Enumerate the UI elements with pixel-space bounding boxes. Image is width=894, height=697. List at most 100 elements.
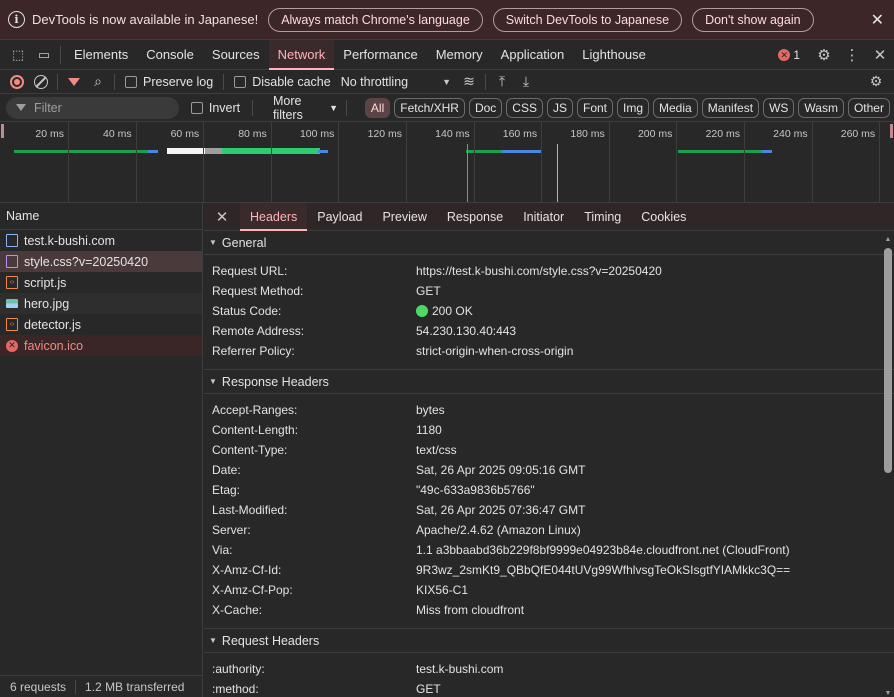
error-counter[interactable]: ✕ 1 — [778, 48, 800, 62]
type-filter-img[interactable]: Img — [617, 97, 650, 118]
type-filter-other[interactable]: Other — [847, 97, 890, 118]
request-row[interactable]: hero.jpg — [0, 293, 202, 314]
header-row: Request URL: https://test.k-bushi.com/sty… — [204, 261, 894, 281]
tab-network[interactable]: Network — [268, 39, 335, 70]
timeline-gridline — [811, 122, 813, 202]
divider — [346, 99, 347, 116]
network-conditions-icon[interactable]: ≋ — [457, 72, 481, 92]
preserve-log-checkbox[interactable]: Preserve log — [125, 75, 213, 89]
device-toolbar-icon[interactable]: ▭ — [36, 47, 52, 63]
header-name: Date: — [212, 463, 241, 477]
type-filter-all[interactable]: All — [364, 97, 391, 118]
header-value-text: Miss from cloudfront — [416, 603, 525, 617]
dont-show-again-button[interactable]: Don't show again — [692, 7, 814, 32]
detail-tab-initiator[interactable]: Initiator — [513, 203, 574, 231]
request-row[interactable]: ‹› detector.js — [0, 314, 202, 335]
request-row[interactable]: ✕ favicon.ico — [0, 335, 202, 356]
timeline-tick-label: 40 ms — [103, 128, 132, 140]
tab-application[interactable]: Application — [492, 40, 574, 70]
timeline-bar — [14, 150, 150, 153]
tab-console[interactable]: Console — [137, 40, 203, 70]
filter-icon — [16, 104, 26, 111]
clear-icon — [34, 74, 48, 89]
type-filter-font[interactable]: Font — [576, 97, 613, 118]
type-filter-manifest[interactable]: Manifest — [701, 97, 760, 118]
switch-japanese-button[interactable]: Switch DevTools to Japanese — [492, 7, 683, 32]
language-infobar: i DevTools is now available in Japanese!… — [0, 0, 894, 40]
type-filter-wasm[interactable]: Wasm — [798, 97, 844, 118]
network-settings-gear-icon[interactable]: ⚙ — [864, 72, 888, 92]
search-icon[interactable]: ⌕ — [86, 72, 110, 92]
filter-toggle-button[interactable] — [62, 72, 86, 92]
header-value: 200 OK — [416, 304, 473, 318]
throttling-select[interactable]: No throttling ▼ — [341, 75, 451, 89]
header-name: Via: — [212, 543, 233, 557]
headers-view[interactable]: ▼ General Request URL: https://test.k-bushi… — [204, 231, 894, 697]
close-icon[interactable]: ✕ — [204, 208, 240, 226]
filter-input[interactable]: Filter — [6, 96, 179, 119]
close-devtools-icon[interactable]: ✕ — [866, 46, 894, 64]
request-row[interactable]: style.css?v=20250420 — [0, 251, 202, 272]
request-headers-section-header[interactable]: ▼ Request Headers — [204, 629, 894, 653]
request-row[interactable]: test.k-bushi.com — [0, 230, 202, 251]
detail-tab-cookies[interactable]: Cookies — [631, 203, 696, 231]
inspect-element-icon[interactable]: ⬚ — [10, 47, 26, 63]
tab-performance[interactable]: Performance — [334, 40, 426, 70]
divider — [75, 679, 77, 694]
type-filter-fetchxhr[interactable]: Fetch/XHR — [394, 97, 465, 118]
detail-tab-preview[interactable]: Preview — [372, 203, 436, 231]
general-section-header[interactable]: ▼ General — [204, 231, 894, 255]
header-value: strict-origin-when-cross-origin — [416, 344, 573, 358]
header-value-text: "49c-633a9836b5766" — [416, 483, 535, 497]
type-filter-doc[interactable]: Doc — [468, 97, 503, 118]
type-filter-js[interactable]: JS — [546, 97, 573, 118]
detail-tab-headers[interactable]: Headers — [240, 202, 308, 231]
more-filters-dropdown[interactable]: More filters ▼ — [273, 94, 338, 122]
export-har-icon[interactable]: ⤓ — [514, 72, 538, 92]
header-rows: :authority: test.k-bushi.com:method: GET — [204, 653, 894, 697]
detail-tab-timing[interactable]: Timing — [574, 203, 631, 231]
type-filter-media[interactable]: Media — [653, 97, 698, 118]
import-har-icon[interactable]: ⤒ — [490, 72, 514, 92]
record-button[interactable] — [5, 72, 29, 92]
scrollbar-thumb[interactable] — [884, 248, 892, 473]
vertical-scrollbar[interactable]: ▲ ▼ — [884, 236, 892, 697]
script-icon: ‹› — [6, 318, 18, 331]
header-row: Content-Length: 1180 — [204, 420, 894, 440]
overview-left-handle[interactable] — [1, 124, 4, 138]
header-name: X-Amz-Cf-Pop: — [212, 583, 293, 597]
disable-cache-label: Disable cache — [252, 74, 331, 89]
invert-checkbox[interactable]: Invert — [190, 101, 240, 115]
filter-bar: Filter Invert More filters ▼ All Fetch/XH… — [0, 94, 894, 122]
network-toolbar: ⌕ Preserve log Disable cache No throttli… — [0, 70, 894, 94]
tab-lighthouse[interactable]: Lighthouse — [573, 40, 655, 70]
detail-tabs: Headers Payload Preview Response Initiator Ti… — [240, 202, 696, 231]
clear-button[interactable] — [29, 72, 53, 92]
tab-sources[interactable]: Sources — [203, 40, 269, 70]
header-value-text: Sat, 26 Apr 2025 07:36:47 GMT — [416, 503, 586, 517]
triangle-down-icon: ▼ — [209, 636, 217, 645]
timeline-bar — [167, 148, 207, 154]
more-options-icon[interactable]: ⋮ — [838, 46, 866, 64]
type-filter-ws[interactable]: WS — [763, 97, 795, 118]
scroll-down-icon[interactable]: ▼ — [884, 690, 892, 697]
detail-tab-response[interactable]: Response — [437, 203, 513, 231]
name-column-header[interactable]: Name — [0, 203, 202, 230]
detail-tab-payload[interactable]: Payload — [307, 203, 372, 231]
match-language-button[interactable]: Always match Chrome's language — [268, 7, 483, 32]
tab-memory[interactable]: Memory — [427, 40, 492, 70]
detail-tab-bar: ✕ Headers Payload Preview Response Initiator… — [204, 202, 894, 231]
gear-icon[interactable]: ⚙ — [810, 46, 838, 64]
overview-right-handle[interactable] — [890, 124, 893, 138]
disable-cache-checkbox[interactable]: Disable cache — [234, 75, 331, 89]
close-icon[interactable]: ✕ — [871, 10, 884, 30]
tab-elements[interactable]: Elements — [65, 40, 137, 70]
header-row: Referrer Policy: strict-origin-when-cross… — [204, 341, 894, 361]
scroll-up-icon[interactable]: ▲ — [884, 236, 892, 243]
timeline-gridline — [203, 122, 205, 202]
response-headers-section-header[interactable]: ▼ Response Headers — [204, 370, 894, 394]
type-filter-css[interactable]: CSS — [506, 97, 543, 118]
network-overview[interactable]: 20 ms 40 ms 60 ms 80 ms 100 ms 120 ms 140 ms 16… — [0, 122, 894, 203]
request-row[interactable]: ‹› script.js — [0, 272, 202, 293]
preserve-log-label: Preserve log — [143, 74, 214, 89]
